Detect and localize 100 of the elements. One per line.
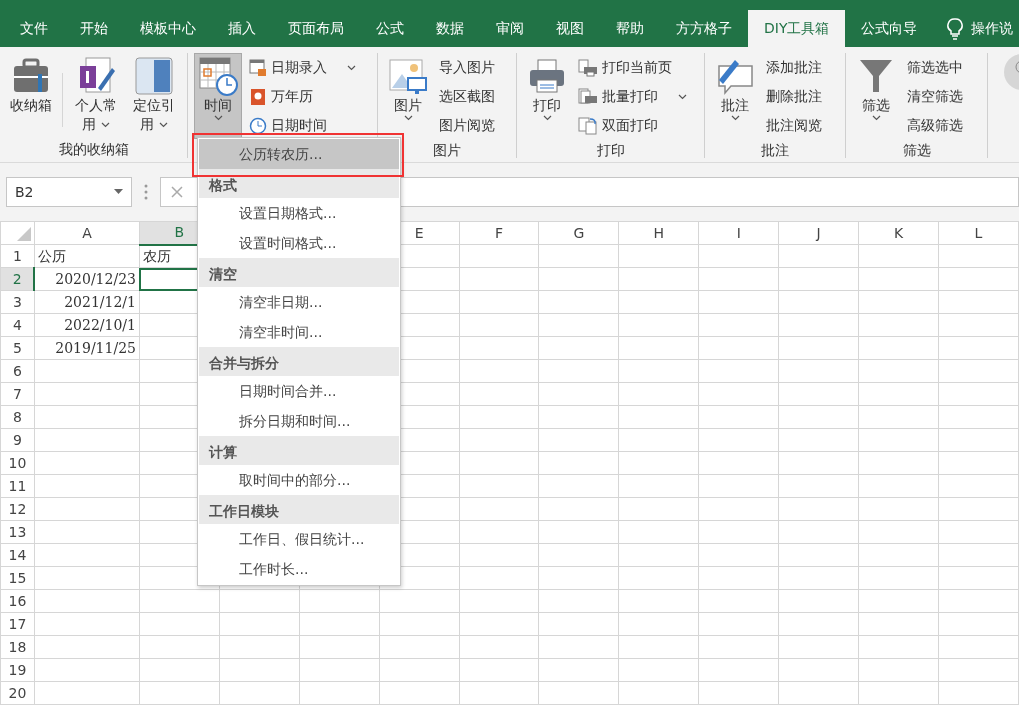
calendar-grid-icon xyxy=(249,58,267,77)
duplex-pages-icon xyxy=(578,116,598,135)
ribbon-tab[interactable]: 视图 xyxy=(540,10,600,47)
ribbon-button[interactable]: 批注阅览 xyxy=(763,111,825,140)
row-header[interactable]: 3 xyxy=(0,290,35,314)
clock-icon xyxy=(249,116,267,135)
group-label: 图片 xyxy=(433,142,461,158)
ribbon-button[interactable]: 打印 xyxy=(523,53,571,139)
menu-item[interactable]: 清空非时间... xyxy=(199,317,399,347)
ribbon-button[interactable]: 打印当前页 xyxy=(575,53,690,82)
row-header[interactable]: 20 xyxy=(0,681,35,705)
menu-section-header: 合并与拆分 xyxy=(199,347,399,376)
table-cell[interactable]: 2022/10/1 xyxy=(34,313,140,337)
row-header[interactable]: 14 xyxy=(0,543,35,567)
ribbon-tab[interactable]: 帮助 xyxy=(600,10,660,47)
column-header[interactable]: I xyxy=(698,221,779,245)
ribbon-tab[interactable]: 方方格子 xyxy=(660,10,748,47)
menu-section-header: 格式 xyxy=(199,169,399,198)
picture-icon xyxy=(388,56,428,96)
row-header[interactable]: 6 xyxy=(0,359,35,383)
ribbon-button[interactable]: 高级筛选 xyxy=(904,111,966,140)
row-header[interactable]: 18 xyxy=(0,635,35,659)
column-header[interactable]: F xyxy=(459,221,539,245)
menu-item[interactable]: 工作时长... xyxy=(199,554,399,584)
menu-item[interactable]: 清空非日期... xyxy=(199,287,399,317)
row-header[interactable]: 16 xyxy=(0,589,35,613)
grip-icon xyxy=(144,184,148,200)
ribbon-button[interactable]: 批注 xyxy=(711,53,759,139)
ribbon-button[interactable]: 日期录入 xyxy=(246,53,359,82)
row-header[interactable]: 5 xyxy=(0,336,35,360)
tell-me-label[interactable]: 操作说 xyxy=(971,18,1014,39)
group-label: 打印 xyxy=(596,142,625,158)
ribbon-button[interactable]: 清空筛选 xyxy=(904,82,966,111)
menu-item[interactable]: 拆分日期和时间... xyxy=(199,406,399,436)
group-label: 筛选 xyxy=(902,142,931,158)
row-header[interactable]: 19 xyxy=(0,658,35,682)
lightbulb-icon xyxy=(947,17,964,40)
ribbon-button[interactable]: 导入图片 xyxy=(436,53,498,82)
group-label: 我的收纳箱 xyxy=(58,141,129,157)
split-panel-icon xyxy=(134,56,174,96)
row-header[interactable]: 15 xyxy=(0,566,35,590)
ribbon-button[interactable]: 批量打印 xyxy=(575,82,690,111)
ribbon-button[interactable]: 个人常用 xyxy=(69,53,123,139)
row-header[interactable]: 7 xyxy=(0,382,35,406)
table-cell[interactable]: 2019/11/25 xyxy=(34,336,140,360)
ribbon-button[interactable]: 图片阅览 xyxy=(436,111,498,140)
row-header[interactable]: 12 xyxy=(0,497,35,521)
row-header[interactable]: 4 xyxy=(0,313,35,337)
menu-item[interactable]: 日期时间合并... xyxy=(199,376,399,406)
ribbon-button[interactable]: 筛选选中 xyxy=(904,53,966,82)
select-all-icon xyxy=(17,227,31,241)
column-header[interactable]: G xyxy=(539,221,619,245)
row-header[interactable]: 8 xyxy=(0,405,35,429)
menu-section-header: 工作日模块 xyxy=(199,495,399,524)
ribbon-button[interactable]: 筛选 xyxy=(852,53,900,139)
ribbon-tab[interactable]: 审阅 xyxy=(480,10,540,47)
dropdown-icon xyxy=(114,189,123,195)
table-cell[interactable]: 2021/12/1 xyxy=(34,290,140,314)
row-header[interactable]: 9 xyxy=(0,428,35,452)
ribbon-tab[interactable]: 数据 xyxy=(420,10,480,47)
row-header[interactable]: 17 xyxy=(0,612,35,636)
ribbon-tab[interactable]: 页面布局 xyxy=(272,10,360,47)
column-header[interactable]: K xyxy=(858,221,939,245)
ribbon-tab[interactable]: 文件 xyxy=(4,10,64,47)
printer-icon xyxy=(527,56,567,96)
row-header[interactable]: 10 xyxy=(0,451,35,475)
menu-item[interactable]: 取时间中的部分... xyxy=(199,465,399,495)
ribbon-button[interactable]: 选区截图 xyxy=(436,82,498,111)
printer-page-icon xyxy=(578,58,598,77)
ribbon-button[interactable]: 删除批注 xyxy=(763,82,825,111)
calendar-book-icon xyxy=(249,87,267,106)
row-header[interactable]: 1 xyxy=(0,244,35,268)
menu-section-header: 清空 xyxy=(199,258,399,287)
column-header[interactable]: J xyxy=(778,221,859,245)
row-header[interactable]: 2 xyxy=(0,267,35,291)
ribbon-tab[interactable]: 插入 xyxy=(212,10,272,47)
ribbon-button[interactable]: 时间 xyxy=(194,53,242,139)
cancel-icon xyxy=(171,186,183,198)
menu-item[interactable]: 公历转农历... xyxy=(199,139,399,169)
ribbon-tab[interactable]: 公式 xyxy=(360,10,420,47)
ribbon-button[interactable]: 定位引用 xyxy=(127,53,181,139)
calendar-clock-icon xyxy=(198,56,238,96)
ribbon-button[interactable]: 日期时间 xyxy=(246,111,359,140)
ribbon-button[interactable]: 收纳箱 xyxy=(6,53,56,139)
row-header[interactable]: 13 xyxy=(0,520,35,544)
column-header[interactable]: L xyxy=(938,221,1019,245)
ribbon-button[interactable]: 万年历 xyxy=(246,82,359,111)
table-cell[interactable]: 公历 xyxy=(34,244,140,268)
row-header[interactable]: 11 xyxy=(0,474,35,498)
ribbon-tab[interactable]: 模板中心 xyxy=(124,10,212,47)
ribbon-tab[interactable]: DIY工具箱 xyxy=(748,10,846,47)
ribbon-button[interactable]: 添加批注 xyxy=(763,53,825,82)
ribbon-button[interactable]: 图片 xyxy=(384,53,432,139)
column-header[interactable]: A xyxy=(34,221,140,245)
ribbon-button[interactable]: 双面打印 xyxy=(575,111,690,140)
name-box[interactable]: B2 xyxy=(6,177,132,207)
ribbon-tab[interactable]: 开始 xyxy=(64,10,124,47)
column-header[interactable]: H xyxy=(618,221,699,245)
ribbon-tab[interactable]: 公式向导 xyxy=(845,10,934,47)
menu-item[interactable]: 工作日、假日统计... xyxy=(199,524,399,554)
